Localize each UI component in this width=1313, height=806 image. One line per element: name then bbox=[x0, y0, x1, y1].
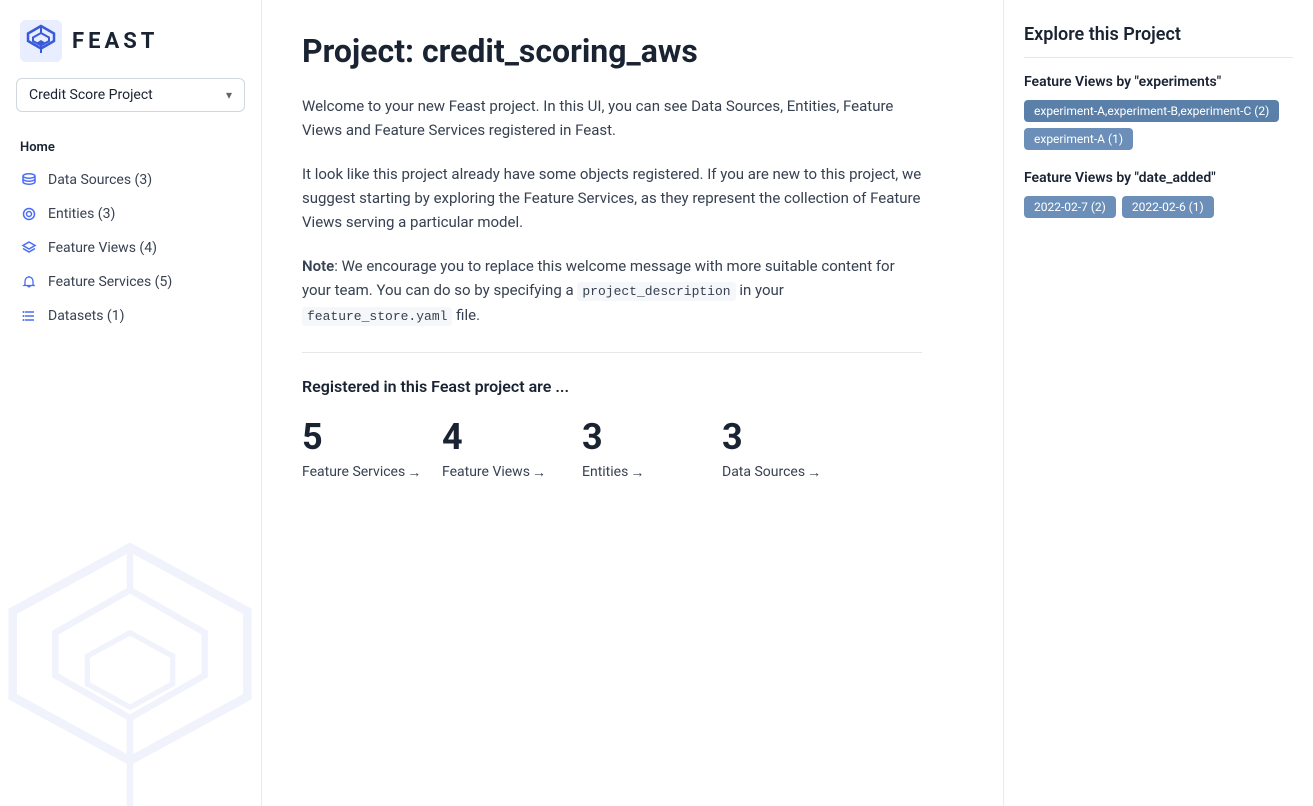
sidebar-datasets-label: Datasets (1) bbox=[48, 308, 124, 324]
sidebar-feature-services-label: Feature Services (5) bbox=[48, 274, 172, 290]
sidebar-item-feature-views[interactable]: Feature Views (4) bbox=[0, 231, 261, 265]
explore-title: Explore this Project bbox=[1024, 24, 1293, 58]
sidebar-item-feature-services[interactable]: Feature Services (5) bbox=[0, 265, 261, 299]
explore-section-by-experiments: Feature Views by "experiments" experiment… bbox=[1024, 74, 1293, 150]
stat-label-1: Feature Views→ bbox=[442, 464, 582, 481]
stat-item-0[interactable]: 5 Feature Services→ bbox=[302, 416, 442, 481]
chevron-down-icon: ▾ bbox=[226, 88, 232, 102]
note-code2: feature_store.yaml bbox=[302, 307, 452, 326]
stat-number-2: 3 bbox=[582, 416, 722, 458]
entity-icon bbox=[20, 205, 38, 223]
note-in: in your bbox=[736, 281, 784, 299]
sidebar-entities-label: Entities (3) bbox=[48, 206, 115, 222]
intro-paragraph: Welcome to your new Feast project. In th… bbox=[302, 94, 922, 142]
bell-icon bbox=[20, 273, 38, 291]
registered-heading: Registered in this Feast project are ... bbox=[302, 377, 963, 396]
note-bold: Note bbox=[302, 257, 334, 275]
stat-arrow-2: → bbox=[630, 464, 644, 481]
tag-by-experiments-0[interactable]: experiment-A,experiment-B,experiment-C (… bbox=[1024, 100, 1279, 122]
stat-item-1[interactable]: 4 Feature Views→ bbox=[442, 416, 582, 481]
stat-number-3: 3 bbox=[722, 416, 862, 458]
stat-arrow-0: → bbox=[407, 464, 421, 481]
sidebar-item-entities[interactable]: Entities (3) bbox=[0, 197, 261, 231]
sidebar-feature-views-label: Feature Views (4) bbox=[48, 240, 157, 256]
list-icon bbox=[20, 307, 38, 325]
sidebar: FEAST Credit Score Project ▾ Home Data S… bbox=[0, 0, 262, 806]
stat-arrow-1: → bbox=[532, 464, 546, 481]
project-selector[interactable]: Credit Score Project ▾ bbox=[16, 78, 245, 112]
explore-section-title-by-date-added: Feature Views by "date_added" bbox=[1024, 170, 1293, 186]
sidebar-home-label: Home bbox=[0, 132, 261, 163]
tag-by-experiments-1[interactable]: experiment-A (1) bbox=[1024, 128, 1133, 150]
explore-section-title-by-experiments: Feature Views by "experiments" bbox=[1024, 74, 1293, 90]
project-selector-label: Credit Score Project bbox=[29, 87, 153, 103]
sidebar-item-data-sources[interactable]: Data Sources (3) bbox=[0, 163, 261, 197]
sidebar-data-sources-label: Data Sources (3) bbox=[48, 172, 152, 188]
stat-item-3[interactable]: 3 Data Sources→ bbox=[722, 416, 862, 481]
logo-area: FEAST bbox=[0, 0, 261, 78]
feast-wordmark: FEAST bbox=[72, 29, 158, 54]
sidebar-watermark bbox=[0, 526, 262, 806]
page-title: Project: credit_scoring_aws bbox=[302, 32, 963, 70]
sidebar-nav: Data Sources (3) Entities (3) Feature Vi… bbox=[0, 163, 261, 333]
tag-row-by-experiments: experiment-A,experiment-B,experiment-C (… bbox=[1024, 100, 1293, 150]
tag-by-date-added-0[interactable]: 2022-02-7 (2) bbox=[1024, 196, 1116, 218]
note-code1: project_description bbox=[577, 282, 735, 301]
note-paragraph: Note: We encourage you to replace this w… bbox=[302, 254, 922, 328]
suggestion-paragraph: It look like this project already have s… bbox=[302, 162, 922, 234]
stat-item-2[interactable]: 3 Entities→ bbox=[582, 416, 722, 481]
stat-arrow-3: → bbox=[807, 464, 821, 481]
stats-row: 5 Feature Services→ 4 Feature Views→ 3 E… bbox=[302, 416, 922, 481]
stat-label-3: Data Sources→ bbox=[722, 464, 862, 481]
sidebar-item-datasets[interactable]: Datasets (1) bbox=[0, 299, 261, 333]
stat-label-2: Entities→ bbox=[582, 464, 722, 481]
explore-section-by-date-added: Feature Views by "date_added" 2022-02-7 (… bbox=[1024, 170, 1293, 218]
tag-row-by-date-added: 2022-02-7 (2) 2022-02-6 (1) bbox=[1024, 196, 1293, 218]
explore-panel: Explore this Project Feature Views by "e… bbox=[1003, 0, 1313, 806]
main-content: Project: credit_scoring_aws Welcome to y… bbox=[262, 0, 1003, 806]
feast-logo-icon bbox=[20, 20, 62, 62]
stat-label-0: Feature Services→ bbox=[302, 464, 442, 481]
content-divider bbox=[302, 352, 922, 353]
database-icon bbox=[20, 171, 38, 189]
stat-number-1: 4 bbox=[442, 416, 582, 458]
layers-icon bbox=[20, 239, 38, 257]
note-end: file. bbox=[452, 306, 480, 324]
stat-number-0: 5 bbox=[302, 416, 442, 458]
tag-by-date-added-1[interactable]: 2022-02-6 (1) bbox=[1122, 196, 1214, 218]
